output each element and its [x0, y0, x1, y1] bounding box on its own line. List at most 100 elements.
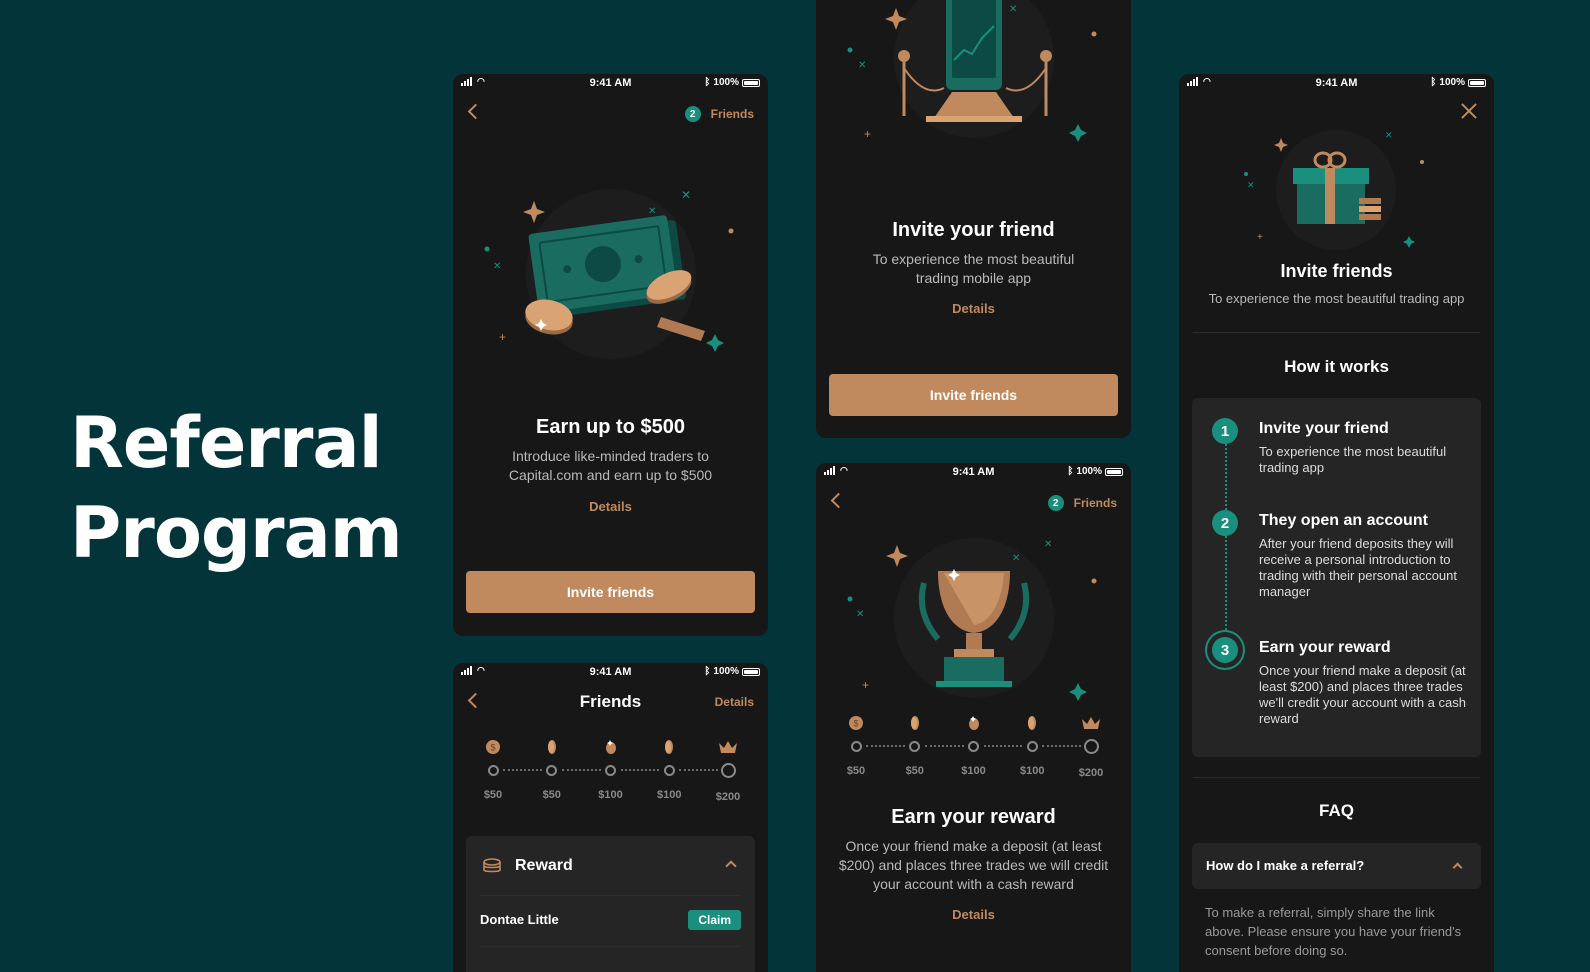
status-bar: ◠ 9:41 AM ᛒ 100%	[1179, 74, 1494, 92]
podium-phone-illustration: ✕ ✕ +	[847, 0, 1097, 142]
battery-level: 100%	[713, 77, 739, 88]
status-bar: ◠ 9:41 AM ᛒ 100%	[453, 74, 768, 92]
step-description: To experience the most beautiful trading…	[1259, 444, 1447, 475]
svg-text:✕: ✕	[1247, 180, 1255, 190]
how-it-works-title: How it works	[1284, 357, 1389, 376]
milestone-amount: $100	[961, 765, 986, 777]
phone-invite: ✕ ✕ + Invite your friend To experience t…	[816, 0, 1131, 438]
svg-text:✕: ✕	[648, 206, 656, 217]
step-number: 2	[1212, 510, 1238, 536]
svg-text:+: +	[1257, 232, 1263, 243]
bluetooth-icon: ᛒ	[704, 77, 711, 88]
details-link[interactable]: Details	[715, 695, 754, 709]
milestone-dot	[487, 765, 499, 776]
friends-button[interactable]: 2 Friends	[1047, 495, 1117, 511]
details-link[interactable]: Details	[453, 499, 768, 514]
earn-subtitle: Introduce like-minded traders to Capital…	[508, 448, 713, 483]
back-button[interactable]	[830, 491, 842, 511]
faq-question: How do I make a referral?	[1206, 858, 1365, 873]
milestone-dot	[605, 765, 616, 776]
trophy-illustration: ✕ ✕ ✕ +	[847, 538, 1097, 701]
coin-bag-icon	[591, 739, 631, 757]
invite-friends-button[interactable]: Invite friends	[466, 571, 755, 613]
milestone: $200	[708, 739, 748, 803]
milestone: $100	[591, 739, 631, 801]
divider	[1193, 777, 1480, 778]
invite-friends-title: Invite friends	[1280, 261, 1393, 281]
milestone-amount: $200	[715, 791, 741, 803]
reward-card: Reward Dontae Little Claim	[466, 836, 755, 972]
faq-item[interactable]: How do I make a referral?	[1192, 843, 1481, 889]
invite-subtitle: To experience the most beautiful trading…	[872, 251, 1075, 286]
battery-level: 100%	[1439, 77, 1465, 88]
claim-button[interactable]: Claim	[688, 910, 741, 930]
milestone: $100	[649, 739, 689, 801]
chevron-up-icon	[1452, 862, 1463, 873]
battery-indicator: ᛒ 100%	[704, 666, 760, 677]
friends-button[interactable]: 2 Friends	[684, 106, 754, 122]
table-row: Dontae Little Claim	[480, 896, 741, 946]
step-description: Once your friend make a deposit (at leas…	[1259, 663, 1466, 726]
svg-text:✕: ✕	[1044, 539, 1052, 550]
battery-indicator: ᛒ 100%	[1430, 77, 1486, 88]
milestone-progress: $ $50 $50 $100 $100 $200	[473, 739, 748, 819]
milestone-amount: $50	[483, 789, 503, 801]
bluetooth-icon: ᛒ	[704, 666, 711, 677]
milestone-amount: $100	[598, 789, 623, 801]
details-link[interactable]: Details	[816, 907, 1131, 922]
divider	[480, 946, 741, 947]
battery-icon	[742, 667, 760, 676]
battery-icon	[1468, 78, 1486, 87]
milestone-dot	[850, 741, 862, 752]
battery-level: 100%	[713, 666, 739, 677]
step-number: 3	[1212, 637, 1238, 663]
coins-icon	[483, 858, 501, 873]
details-link[interactable]: Details	[816, 301, 1131, 316]
invite-title: Invite your friend	[892, 219, 1055, 241]
svg-text:✕: ✕	[856, 609, 864, 620]
coin-edge-icon	[1012, 715, 1052, 733]
crown-icon	[1071, 715, 1111, 733]
battery-level: 100%	[1076, 466, 1102, 477]
close-icon[interactable]	[1460, 102, 1478, 120]
milestone-amount: $100	[657, 789, 682, 801]
earn-title: Earn up to $500	[536, 416, 685, 438]
svg-text:$: $	[853, 719, 858, 729]
step-number: 1	[1212, 418, 1238, 444]
svg-text:+: +	[862, 678, 869, 692]
back-button[interactable]	[467, 102, 479, 122]
svg-text:✕: ✕	[493, 261, 501, 272]
milestone-dot	[909, 741, 921, 752]
headline-line-1: Referral	[70, 402, 383, 484]
milestone-progress: $ $50 $50 $100 $100 $200	[836, 715, 1111, 795]
headline-line-2: Program	[70, 492, 403, 574]
milestone: $50	[895, 715, 935, 777]
collapse-icon[interactable]	[725, 860, 737, 872]
milestone-dot	[1083, 739, 1099, 754]
coin-icon: $	[836, 715, 876, 733]
invite-friends-subtitle: To experience the most beautiful trading…	[1208, 291, 1465, 306]
coin-bag-icon	[954, 715, 994, 733]
faq-answer: To make a referral, simply share the lin…	[1205, 905, 1462, 958]
svg-text:✕: ✕	[1385, 130, 1393, 140]
battery-indicator: ᛒ 100%	[704, 77, 760, 88]
steps-connector	[1225, 444, 1227, 654]
phone-how-it-works: ◠ 9:41 AM ᛒ 100% ✕ ✕ + Invite friends To …	[1179, 74, 1494, 972]
coin-edge-icon	[895, 715, 935, 733]
svg-text:+: +	[499, 330, 506, 344]
reward-subtitle: Once your friend make a deposit (at leas…	[838, 838, 1109, 892]
svg-text:$: $	[490, 743, 495, 753]
step-title: Invite your friend	[1259, 420, 1389, 437]
status-bar: ◠ 9:41 AM ᛒ 100%	[453, 663, 768, 681]
friends-count-badge: 2	[684, 106, 701, 122]
step-title: They open an account	[1259, 512, 1428, 529]
bluetooth-icon: ᛒ	[1430, 77, 1437, 88]
milestone-dot	[1026, 741, 1038, 752]
gift-illustration: ✕ ✕ +	[1244, 130, 1424, 250]
step-title: Earn your reward	[1259, 639, 1391, 656]
milestone-amount: $100	[1020, 765, 1045, 777]
svg-text:✕: ✕	[858, 60, 866, 71]
milestone: $50	[532, 739, 572, 801]
headline: Referral Program	[70, 398, 403, 578]
invite-friends-button[interactable]: Invite friends	[829, 374, 1118, 416]
